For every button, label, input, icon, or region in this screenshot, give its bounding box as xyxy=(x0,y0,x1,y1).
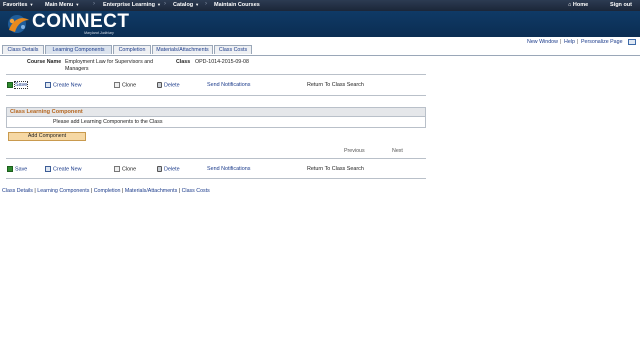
delete-label: Delete xyxy=(164,166,180,173)
clone-icon xyxy=(114,82,120,88)
chevron-down-icon: ▼ xyxy=(29,2,34,7)
create-new-button-bottom[interactable]: Create New xyxy=(45,166,81,172)
save-icon xyxy=(7,166,13,172)
personalize-page-link[interactable]: Personalize Page xyxy=(581,39,623,45)
breadcrumb-separator-icon: › xyxy=(205,1,207,7)
breadcrumb-catalog[interactable]: Catalog ▼ xyxy=(173,2,199,8)
breadcrumb-separator-icon: › xyxy=(164,1,166,7)
chevron-down-icon: ▼ xyxy=(195,2,200,7)
trash-icon xyxy=(157,166,162,172)
home-link[interactable]: ⌂ Home xyxy=(568,2,588,8)
delete-button-bottom[interactable]: Delete xyxy=(157,166,180,172)
footer-link-class-costs[interactable]: Class Costs xyxy=(182,188,210,194)
chevron-down-icon: ▼ xyxy=(156,2,161,7)
save-button[interactable]: Save xyxy=(7,81,29,90)
breadcrumb-separator-icon: › xyxy=(93,1,95,7)
main-menu-label: Main Menu xyxy=(45,2,74,8)
add-component-button[interactable]: Add Component xyxy=(8,132,86,141)
save-button-bottom[interactable]: Save xyxy=(7,166,27,172)
footer-link-completion[interactable]: Completion xyxy=(94,188,121,194)
chevron-down-icon: ▼ xyxy=(75,2,80,7)
course-name-value: Employment Law for Supervisors and Manag… xyxy=(65,59,154,72)
trash-icon xyxy=(157,82,162,88)
grid-icon[interactable] xyxy=(628,39,636,45)
delete-label: Delete xyxy=(164,82,180,89)
new-window-link[interactable]: New Window xyxy=(527,39,558,45)
empty-message: Please add Learning Components to the Cl… xyxy=(53,119,163,125)
top-navigation-bar: Favorites ▼ Main Menu ▼ › Enterprise Learn… xyxy=(0,0,640,11)
tab-class-details[interactable]: Class Details xyxy=(2,45,44,54)
connect-logo-icon xyxy=(8,15,29,33)
footer-tab-links: Class Details | Learning Components | Co… xyxy=(2,188,210,194)
next-link[interactable]: Next xyxy=(392,148,403,154)
clone-label: Clone xyxy=(122,82,137,89)
save-icon xyxy=(7,82,13,88)
class-label: Class xyxy=(176,59,191,65)
delete-button[interactable]: Delete xyxy=(157,82,180,88)
footer-link-materials[interactable]: Materials/Attachments xyxy=(125,188,177,194)
brand-tagline: Maryland Judiciary xyxy=(84,31,114,35)
create-new-label: Create New xyxy=(53,166,82,173)
return-to-class-search-link[interactable]: Return To Class Search xyxy=(307,82,364,88)
return-to-class-search-link-bottom[interactable]: Return To Class Search xyxy=(307,166,364,172)
home-label: Home xyxy=(572,2,589,8)
breadcrumb-enterprise-learning[interactable]: Enterprise Learning ▼ xyxy=(103,2,161,8)
footer-link-class-details[interactable]: Class Details xyxy=(2,188,33,194)
class-learning-component-section: Class Learning Component Please add Lear… xyxy=(6,107,426,128)
clone-button[interactable]: Clone xyxy=(114,82,136,88)
favorites-label: Favorites xyxy=(3,2,28,8)
clone-button-bottom[interactable]: Clone xyxy=(114,166,136,172)
create-new-button[interactable]: Create New xyxy=(45,82,81,88)
help-link[interactable]: Help xyxy=(564,39,575,45)
class-value: OPD-1014-2015-09-08 xyxy=(195,59,249,65)
create-new-label: Create New xyxy=(53,82,82,89)
clone-icon xyxy=(114,166,120,172)
add-icon xyxy=(45,166,51,172)
breadcrumb-label: Catalog xyxy=(173,2,194,8)
brand-name: CONNECT xyxy=(32,11,130,32)
course-name-label: Course Name xyxy=(27,59,62,65)
tab-learning-components[interactable]: Learning Components xyxy=(45,45,112,54)
footer-link-learning-components[interactable]: Learning Components xyxy=(37,188,89,194)
util-separator: | xyxy=(577,39,579,45)
breadcrumb-label: Enterprise Learning xyxy=(103,2,155,8)
sign-out-link[interactable]: Sign out xyxy=(610,2,632,8)
divider xyxy=(6,95,426,96)
save-label: Save xyxy=(13,81,29,90)
util-separator: | xyxy=(560,39,562,45)
add-icon xyxy=(45,82,51,88)
clone-label: Clone xyxy=(122,166,137,173)
send-notifications-link[interactable]: Send Notifications xyxy=(207,82,250,88)
previous-link[interactable]: Previous xyxy=(344,148,365,154)
breadcrumb-maintain-courses[interactable]: Maintain Courses xyxy=(214,2,260,8)
send-notifications-link-bottom[interactable]: Send Notifications xyxy=(207,166,250,172)
divider xyxy=(6,158,426,159)
tab-class-costs[interactable]: Class Costs xyxy=(214,45,252,54)
main-menu[interactable]: Main Menu ▼ xyxy=(45,2,79,8)
tab-divider xyxy=(0,55,640,56)
divider xyxy=(6,74,426,75)
favorites-menu[interactable]: Favorites ▼ xyxy=(3,2,33,8)
divider xyxy=(6,178,426,179)
section-title: Class Learning Component xyxy=(7,108,425,117)
save-label: Save xyxy=(15,166,28,173)
home-icon: ⌂ xyxy=(568,2,572,8)
tab-materials-attachments[interactable]: Materials/Attachments xyxy=(152,45,213,54)
tab-completion[interactable]: Completion xyxy=(113,45,151,54)
